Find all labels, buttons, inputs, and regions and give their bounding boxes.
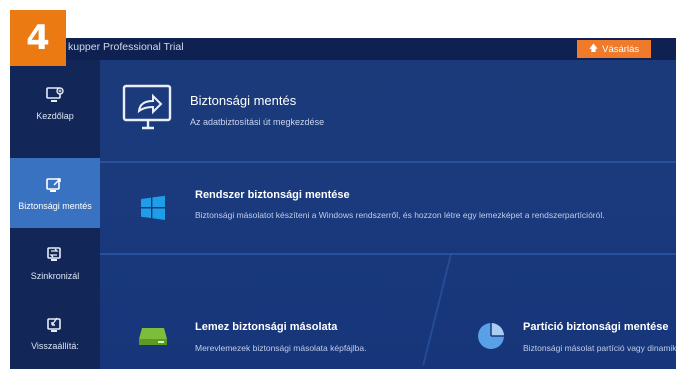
system-backup-card[interactable]: Rendszer biztonsági mentése Biztonsági m… bbox=[100, 163, 676, 253]
app-title: kupper Professional Trial bbox=[68, 41, 184, 53]
buy-button-label: Vásárlás bbox=[602, 43, 640, 55]
title-bar: kupper Professional Trial 🡅 Vásárlás bbox=[10, 38, 676, 60]
backup-icon bbox=[46, 177, 61, 192]
main-panel: Biztonsági mentés Az adatbiztosítási út … bbox=[100, 60, 676, 369]
step-number-badge: 4 bbox=[10, 10, 66, 66]
disk-backup-desc: Merevlemezek biztonsági másolata képfájl… bbox=[195, 343, 367, 353]
upload-arrow-icon: 🡅 bbox=[588, 43, 599, 53]
sidebar-item-label: Visszaállítá: bbox=[31, 340, 79, 351]
disk-backup-card[interactable]: Lemez biztonsági másolata Merevlemezek b… bbox=[100, 255, 436, 369]
partition-backup-desc: Biztonsági másolat partíció vagy dinamik… bbox=[523, 343, 676, 353]
pie-partition-icon bbox=[478, 323, 504, 349]
buy-button[interactable]: 🡅 Vásárlás bbox=[577, 40, 651, 58]
restore-icon bbox=[47, 317, 61, 332]
sidebar-item-label: Biztonsági mentés bbox=[18, 200, 92, 211]
page-title: Biztonsági mentés bbox=[190, 93, 297, 108]
sidebar: Kezdőlap Biztonsági mentés Szinkronizál bbox=[10, 60, 100, 369]
windows-icon bbox=[141, 195, 165, 220]
partition-backup-card[interactable]: Partíció biztonsági mentése Biztonsági m… bbox=[440, 255, 676, 369]
partition-backup-title: Partíció biztonsági mentése bbox=[523, 321, 669, 333]
sidebar-item-home[interactable]: Kezdőlap bbox=[10, 68, 100, 138]
system-backup-desc: Biztonsági másolatot készíteni a Windows… bbox=[195, 210, 605, 220]
sidebar-item-sync[interactable]: Szinkronizál bbox=[10, 228, 100, 298]
monitor-share-icon bbox=[122, 84, 172, 130]
sidebar-item-restore[interactable]: Visszaállítá: bbox=[10, 298, 100, 368]
sidebar-item-backup[interactable]: Biztonsági mentés bbox=[10, 158, 100, 228]
sidebar-item-label: Szinkronizál bbox=[30, 270, 80, 281]
system-backup-title: Rendszer biztonsági mentése bbox=[195, 189, 350, 201]
disk-drive-icon bbox=[139, 328, 167, 345]
sidebar-item-label: Kezdőlap bbox=[36, 110, 74, 121]
home-monitor-icon bbox=[46, 86, 64, 102]
page-subtitle: Az adatbiztosítási út megkezdése bbox=[190, 117, 325, 127]
sync-icon bbox=[47, 246, 61, 261]
app-window: kupper Professional Trial 🡅 Vásárlás Kez… bbox=[10, 38, 676, 369]
disk-backup-title: Lemez biztonsági másolata bbox=[195, 321, 338, 333]
